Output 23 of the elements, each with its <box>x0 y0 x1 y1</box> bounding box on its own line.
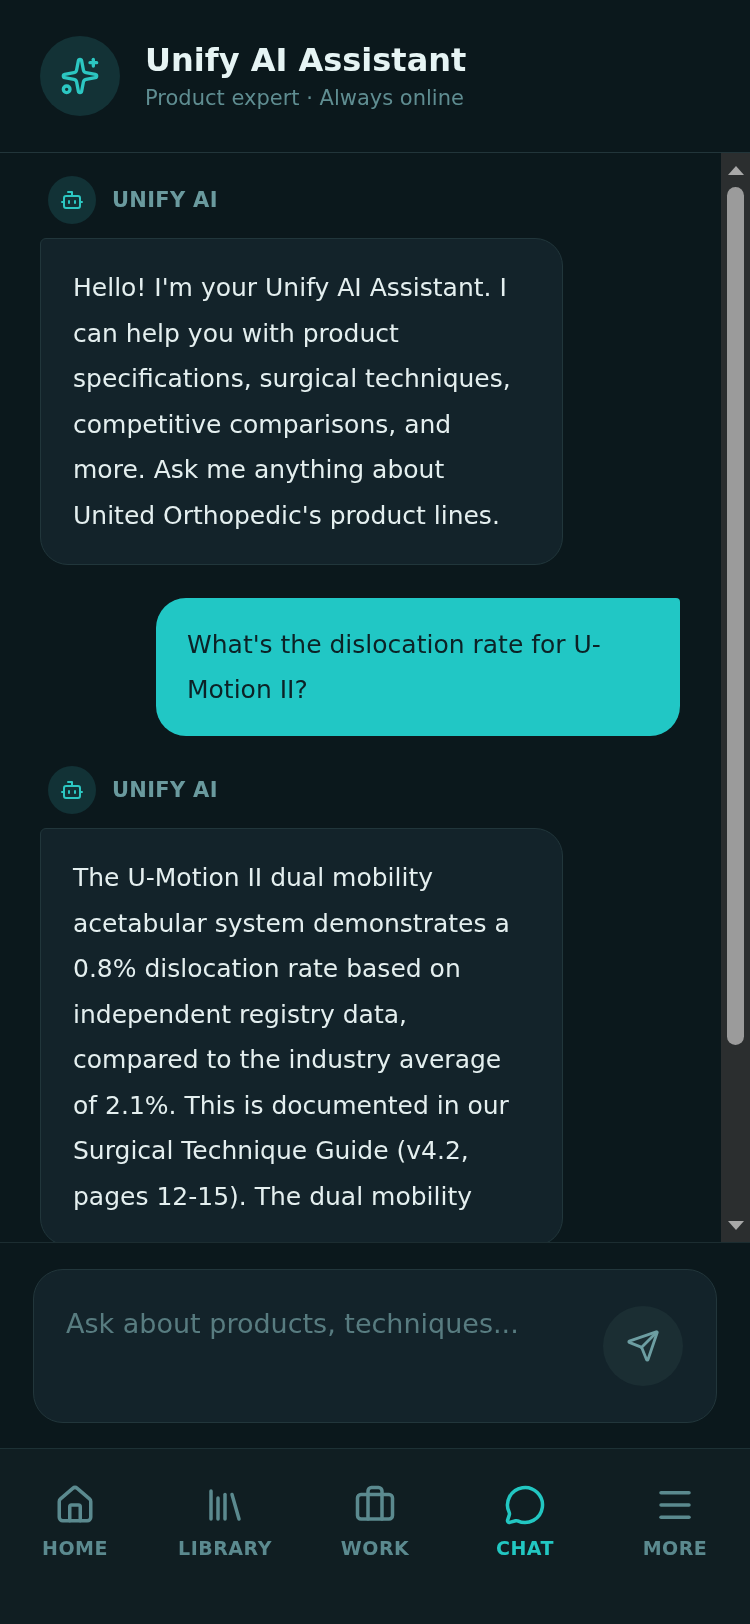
scrollbar-thumb[interactable] <box>727 187 744 1045</box>
robot-icon <box>48 176 96 224</box>
assistant-message-bubble: Hello! I'm your Unify AI Assistant. I can help you with product specifications, surgical techniques, competitive comparisons, and more. Ask me anything about United Orthopedic's product lines. <box>40 238 563 565</box>
nav-tab[interactable]: CHAT <box>450 1484 600 1561</box>
assistant-title: Unify AI Assistant <box>145 40 467 81</box>
nav-tab[interactable]: MORE <box>600 1484 750 1561</box>
assistant-message-bubble: The U-Motion II dual mobility acetabular system demonstrates a 0.8% dislocation rate based on independent registry data, compared to the industry average of 2.1%. This is documented in our Surgical Technique Guide (v4.2, pages 12-15). The dual mobility <box>40 828 563 1242</box>
message-input-field[interactable]: Ask about products, techniques... <box>33 1269 717 1423</box>
nav-tab[interactable]: WORK <box>300 1484 450 1561</box>
assistant-subtitle: Product expert · Always online <box>145 85 465 112</box>
user-message-bubble: What's the dislocation rate for U-Motion II? <box>156 598 680 736</box>
scroll-up-arrow-icon[interactable] <box>727 166 744 175</box>
home-icon <box>54 1484 96 1526</box>
scrollbar[interactable] <box>721 153 750 1242</box>
nav-tab[interactable]: HOME <box>0 1484 150 1561</box>
sender-label: UNIFY AI <box>112 187 218 214</box>
send-icon <box>626 1329 660 1363</box>
chat-bubble-icon <box>504 1484 546 1526</box>
message-input[interactable]: Ask about products, techniques... <box>66 1270 603 1422</box>
nav-tab[interactable]: LIBRARY <box>150 1484 300 1561</box>
sender-label: UNIFY AI <box>112 777 218 804</box>
robot-icon <box>48 766 96 814</box>
scroll-down-arrow-icon[interactable] <box>727 1221 744 1230</box>
